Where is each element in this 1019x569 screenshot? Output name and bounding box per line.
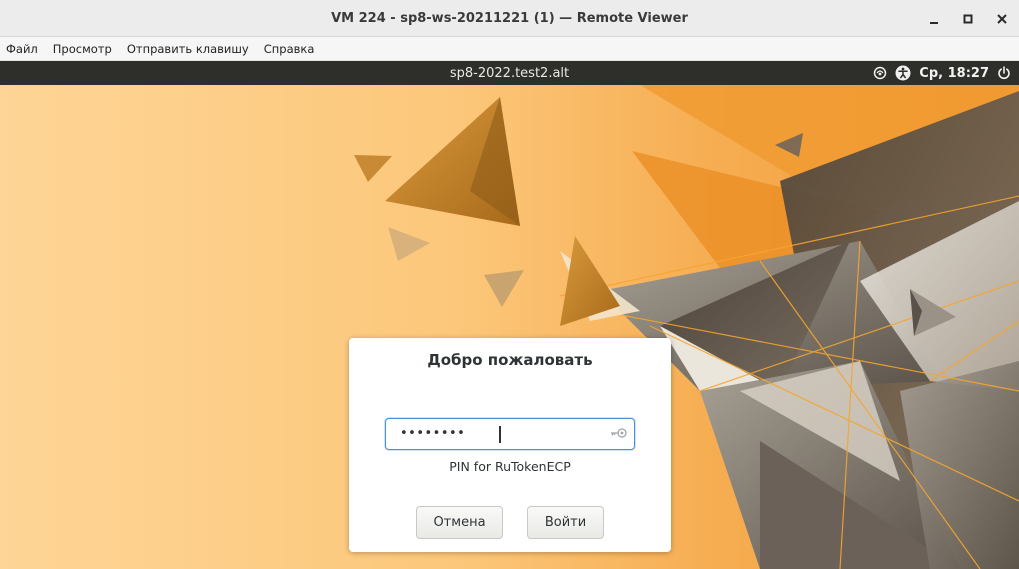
- minimize-icon[interactable]: [917, 0, 951, 37]
- pin-value: ••••••••: [400, 426, 466, 441]
- login-button[interactable]: Войти: [527, 506, 604, 539]
- menu-send-key[interactable]: Отправить клавишу: [127, 42, 249, 56]
- input-source-icon[interactable]: [873, 66, 887, 80]
- power-icon[interactable]: [997, 66, 1011, 80]
- menu-file[interactable]: Файл: [6, 42, 38, 56]
- cancel-button[interactable]: Отмена: [416, 506, 503, 539]
- pin-input[interactable]: ••••••••: [385, 418, 635, 450]
- window-controls: [917, 0, 1019, 37]
- window-title: VM 224 - sp8-ws-20211221 (1) — Remote Vi…: [331, 10, 688, 26]
- hostname-label: sp8-2022.test2.alt: [449, 65, 570, 81]
- pin-hint: PIN for RuTokenECP: [449, 459, 571, 474]
- dialog-title: Добро пожаловать: [427, 351, 593, 369]
- maximize-icon[interactable]: [951, 0, 985, 37]
- vm-display[interactable]: sp8-2022.test2.alt Ср, 18:27 Добро пожал…: [0, 61, 1019, 569]
- text-caret: [499, 426, 501, 443]
- menu-help[interactable]: Справка: [264, 42, 315, 56]
- accessibility-icon[interactable]: [895, 65, 911, 81]
- clock[interactable]: Ср, 18:27: [919, 66, 989, 81]
- menubar: Файл Просмотр Отправить клавишу Справка: [0, 37, 1019, 61]
- close-icon[interactable]: [985, 0, 1019, 37]
- menu-view[interactable]: Просмотр: [53, 42, 112, 56]
- window-titlebar[interactable]: VM 224 - sp8-ws-20211221 (1) — Remote Vi…: [0, 0, 1019, 37]
- status-area[interactable]: Ср, 18:27: [873, 61, 1011, 85]
- login-dialog: Добро пожаловать •••••••• PIN for RuToke…: [349, 338, 671, 552]
- key-icon[interactable]: [610, 426, 628, 445]
- gnome-topbar: sp8-2022.test2.alt Ср, 18:27: [0, 61, 1019, 85]
